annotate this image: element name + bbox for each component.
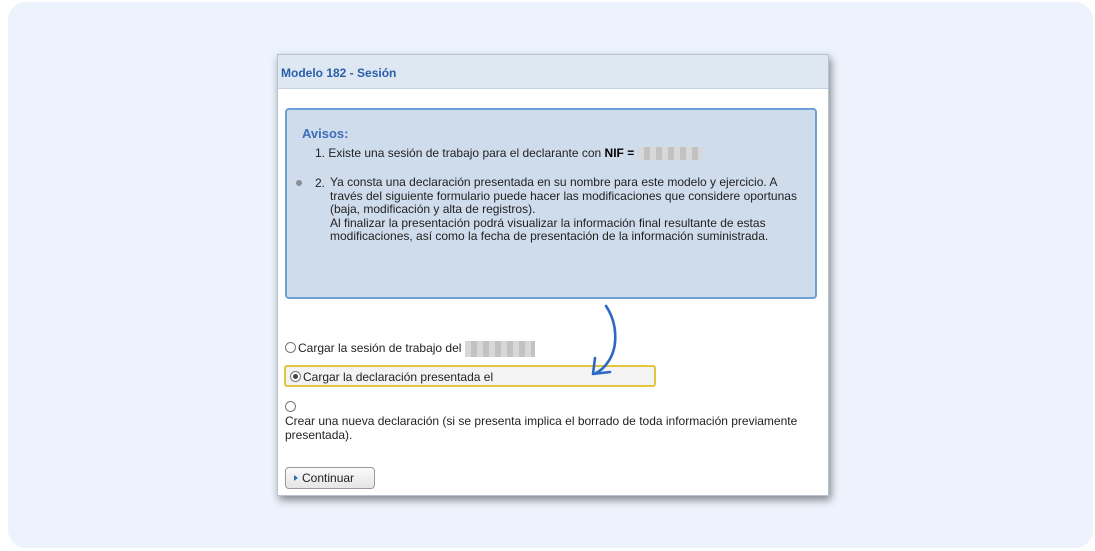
session-dialog: Modelo 182 - Sesión Avisos: 1. Existe un… [277,54,829,496]
continue-button-label: Continuar [302,471,355,485]
notice-item-1-text: 1. Existe una sesión de trabajo para el … [315,146,605,160]
radio-load-session[interactable] [285,342,296,354]
dialog-title: Modelo 182 - Sesión [278,55,828,89]
option-load-declaration-label: Cargar la declaración presentada el [303,370,494,384]
continue-button[interactable]: Continuar [285,467,375,489]
bullet-icon [296,180,302,186]
notice-item-2-para1: Ya consta una declaración presentada en … [330,175,797,216]
nif-label: NIF = [604,146,635,160]
radio-new-declaration[interactable] [285,401,296,412]
option-load-session-label: Cargar la sesión de trabajo del [298,341,462,356]
redacted-nif [638,147,703,161]
option-new-declaration-label: Crear una nueva declaración (si se prese… [285,414,798,442]
radio-load-declaration[interactable] [290,371,301,382]
page-background: Modelo 182 - Sesión Avisos: 1. Existe un… [8,2,1093,548]
option-load-session[interactable]: Cargar la sesión de trabajo del [285,341,536,357]
notice-item-1: 1. Existe una sesión de trabajo para el … [315,146,703,161]
notice-panel: Avisos: 1. Existe una sesión de trabajo … [285,108,817,299]
option-new-declaration[interactable]: Crear una nueva declaración (si se prese… [285,401,805,442]
notice-heading: Avisos: [302,126,349,141]
notice-item-2: Ya consta una declaración presentada en … [330,175,800,244]
notice-item-2-number: 2. [315,176,326,190]
redacted-session-date [465,341,536,357]
notice-item-2-para2: Al finalizar la presentación podrá visua… [330,215,769,243]
annotation-arrow-icon [591,304,617,376]
play-icon [294,475,298,481]
